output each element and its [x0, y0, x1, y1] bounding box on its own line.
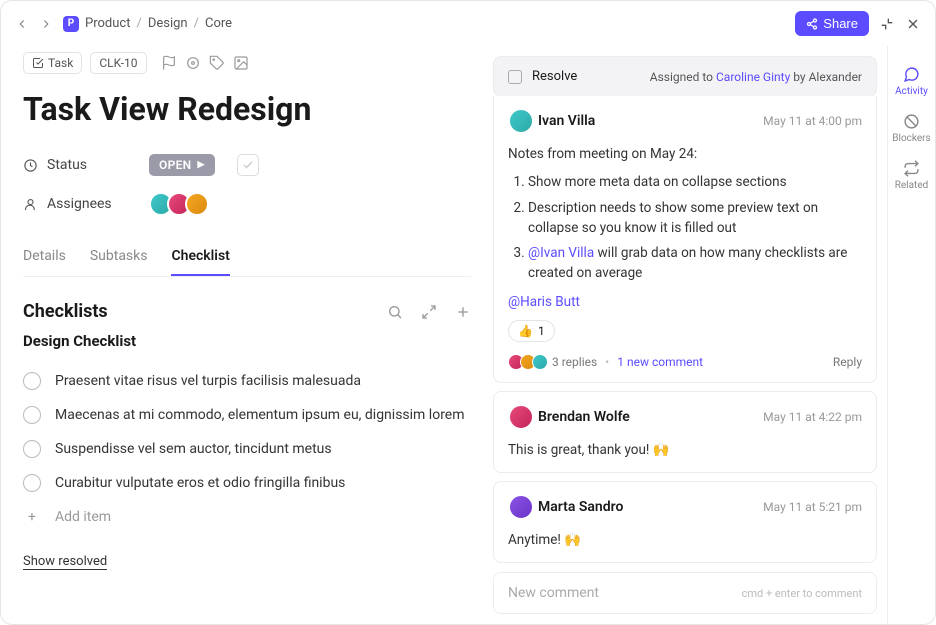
checklists-title: Checklists [23, 301, 108, 322]
assignees-label: Assignees [47, 196, 112, 212]
rail-activity[interactable]: Activity [888, 60, 935, 103]
share-button[interactable]: Share [795, 11, 869, 36]
comment-author: Marta Sandro [538, 499, 623, 515]
assigned-to: Assigned to Caroline Ginty by Alexander [650, 70, 862, 84]
avatar[interactable] [185, 192, 209, 216]
expand-icon[interactable] [421, 304, 437, 320]
list-item: Show more meta data on collapse sections [528, 172, 862, 192]
task-id-pill[interactable]: CLK-10 [90, 52, 146, 74]
breadcrumb: P Product / Design / Core [63, 16, 232, 32]
comment-time: May 11 at 5:21 pm [763, 500, 862, 514]
replies-count[interactable]: 3 replies [552, 355, 597, 369]
check-circle-icon[interactable] [23, 440, 41, 458]
status-badge[interactable]: OPEN ▶ [149, 154, 215, 176]
breadcrumb-item[interactable]: Design [148, 16, 188, 31]
page-title: Task View Redesign [23, 90, 471, 128]
comment-time: May 11 at 4:00 pm [763, 114, 862, 128]
add-checklist-icon[interactable] [455, 304, 471, 320]
tab-checklist[interactable]: Checklist [171, 238, 229, 276]
user-icon [23, 197, 38, 212]
comment: Brendan Wolfe May 11 at 4:22 pm This is … [493, 391, 877, 473]
flag-icon[interactable] [161, 55, 177, 71]
resolve-checkbox[interactable] [508, 70, 522, 84]
tab-subtasks[interactable]: Subtasks [90, 238, 148, 276]
avatar [508, 404, 534, 430]
check-circle-icon[interactable] [23, 372, 41, 390]
comment: Ivan Villa May 11 at 4:00 pm Notes from … [493, 96, 877, 383]
resolve-label: Resolve [532, 69, 577, 84]
reaction-button[interactable]: 👍 1 [508, 320, 555, 342]
rail-blockers[interactable]: Blockers [888, 107, 935, 150]
assigned-user-link[interactable]: Caroline Ginty [716, 70, 790, 84]
breadcrumb-item[interactable]: Core [205, 16, 232, 31]
breadcrumb-item[interactable]: Product [85, 16, 130, 31]
avatar [508, 494, 534, 520]
assignee-avatars[interactable] [149, 192, 203, 216]
status-icon [23, 158, 38, 173]
rail-related[interactable]: Related [888, 154, 935, 197]
image-icon[interactable] [233, 55, 249, 71]
comment-time: May 11 at 4:22 pm [763, 410, 862, 424]
reply-button[interactable]: Reply [833, 355, 862, 369]
new-comment-input[interactable]: New comment cmd + enter to comment [493, 572, 877, 614]
nav-back-icon[interactable] [15, 17, 29, 31]
checklist-item[interactable]: Suspendisse vel sem auctor, tincidunt me… [23, 432, 471, 466]
list-item: @Ivan Villa will grab data on how many c… [528, 243, 862, 284]
check-circle-icon[interactable] [23, 406, 41, 424]
tag-icon[interactable] [209, 55, 225, 71]
check-circle-icon[interactable] [23, 474, 41, 492]
input-hint: cmd + enter to comment [742, 587, 862, 600]
checklist-name: Design Checklist [23, 332, 471, 350]
search-icon[interactable] [387, 304, 403, 320]
list-item: Description needs to show some preview t… [528, 198, 862, 239]
avatar [508, 108, 534, 134]
checklist-item[interactable]: Praesent vitae risus vel turpis facilisi… [23, 364, 471, 398]
comment-author: Brendan Wolfe [538, 409, 630, 425]
add-item-button[interactable]: + Add item [23, 500, 471, 534]
chevron-right-icon: ▶ [197, 160, 204, 170]
minimize-icon[interactable] [879, 16, 895, 32]
tabs: Details Subtasks Checklist [23, 238, 471, 277]
new-comment-link[interactable]: 1 new comment [617, 355, 703, 369]
comment: Marta Sandro May 11 at 5:21 pm Anytime! … [493, 481, 877, 563]
close-icon[interactable] [905, 16, 921, 32]
checklist-item[interactable]: Curabitur vulputate eros et odio fringil… [23, 466, 471, 500]
timer-icon[interactable] [185, 55, 201, 71]
nav-forward-icon[interactable] [39, 17, 53, 31]
project-icon: P [63, 16, 79, 32]
plus-icon: + [23, 508, 41, 526]
mention[interactable]: @Haris Butt [508, 294, 580, 310]
tab-details[interactable]: Details [23, 238, 66, 276]
reply-avatars [508, 354, 544, 370]
complete-checkbox[interactable] [237, 154, 259, 176]
comment-author: Ivan Villa [538, 113, 595, 129]
task-type-pill[interactable]: Task [23, 52, 82, 74]
mention[interactable]: @Ivan Villa [528, 245, 594, 261]
checklist-item[interactable]: Maecenas at mi commodo, elementum ipsum … [23, 398, 471, 432]
status-label: Status [47, 157, 87, 173]
show-resolved-link[interactable]: Show resolved [23, 554, 107, 570]
